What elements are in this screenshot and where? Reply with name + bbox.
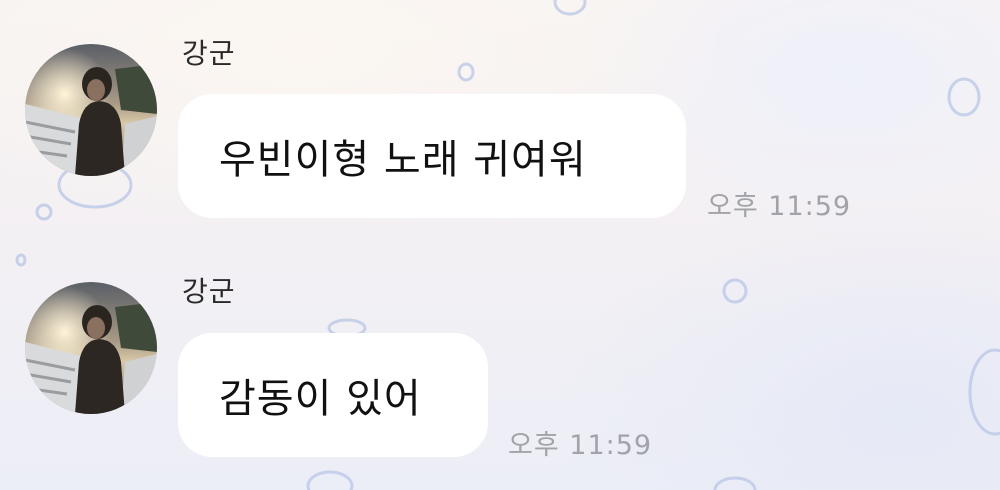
bg-bubble [947, 77, 981, 117]
bg-bubble [35, 203, 53, 221]
message-bubble[interactable]: 감동이 있어 [178, 333, 488, 457]
avatar[interactable] [25, 282, 157, 414]
sender-name: 강군 [182, 275, 236, 308]
message-text: 우빈이형 노래 귀여워 [219, 137, 587, 183]
bg-bubble [457, 62, 475, 82]
bg-bubble [713, 476, 757, 490]
message-text: 감동이 있어 [219, 376, 422, 422]
bg-bubble [306, 470, 354, 490]
bg-bubble [722, 278, 748, 304]
bg-bubble [15, 253, 27, 267]
profile-photo-icon [25, 282, 157, 414]
bg-bubble [553, 0, 587, 16]
message-timestamp: 오후 11:59 [707, 191, 852, 222]
bg-bubble [968, 348, 1000, 436]
chat-background [15, 0, 1000, 490]
sender-name: 강군 [182, 37, 236, 70]
avatar[interactable] [25, 44, 157, 176]
message-bubble[interactable]: 우빈이형 노래 귀여워 [178, 94, 686, 218]
message-timestamp: 오후 11:59 [508, 430, 653, 461]
profile-photo-icon [25, 44, 157, 176]
